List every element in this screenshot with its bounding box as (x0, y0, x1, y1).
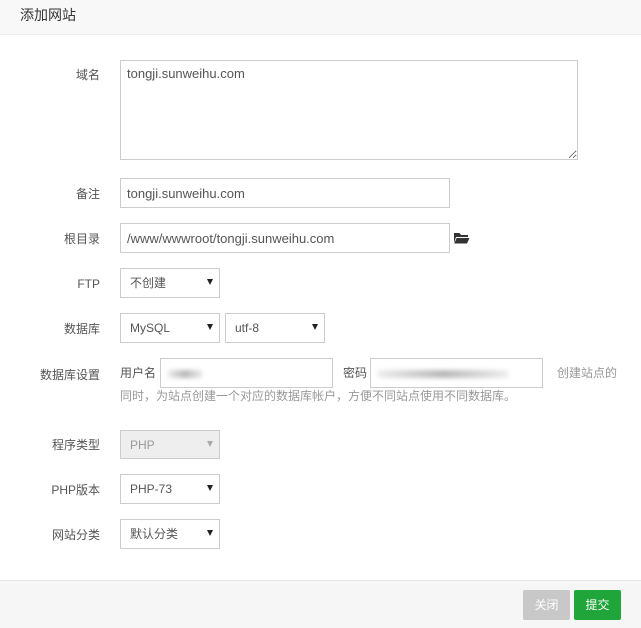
chevron-down-icon (207, 324, 213, 330)
domain-textarea[interactable]: tongji.sunweihu.com (120, 60, 578, 160)
chevron-down-icon (207, 279, 213, 285)
remark-label: 备注 (75, 187, 100, 201)
dialog-footer: 关闭 提交 (0, 580, 641, 628)
db-password-input[interactable] (370, 358, 543, 388)
domain-label: 域名 (75, 68, 100, 82)
root-dir-input[interactable] (120, 223, 450, 253)
db-username-input[interactable] (160, 358, 333, 388)
close-button[interactable]: 关闭 (523, 590, 570, 620)
php-version-select[interactable]: PHP-73 (120, 474, 220, 504)
database-label: 数据库 (63, 322, 100, 336)
site-category-value: 默认分类 (130, 527, 179, 541)
database-type-select[interactable]: MySQL (120, 313, 220, 343)
program-type-value: PHP (130, 438, 155, 452)
chevron-down-icon (312, 324, 318, 330)
submit-button[interactable]: 提交 (574, 590, 621, 620)
dialog-titlebar: 添加网站 (0, 0, 641, 35)
program-type-select: PHP (120, 430, 220, 459)
ftp-label: FTP (77, 277, 100, 291)
chevron-down-icon (207, 530, 213, 536)
db-username-label: 用户名 (120, 366, 157, 380)
chevron-down-icon (207, 441, 213, 447)
root-dir-label: 根目录 (63, 232, 100, 246)
database-charset-value: utf-8 (235, 321, 260, 335)
site-category-label: 网站分类 (51, 528, 100, 542)
db-password-label: 密码 (343, 366, 368, 380)
folder-open-icon[interactable] (454, 232, 470, 244)
db-settings-hint-line1: 创建站点的 (557, 366, 618, 380)
ftp-selected-value: 不创建 (130, 276, 167, 290)
site-category-select[interactable]: 默认分类 (120, 519, 220, 549)
redacted-password (377, 370, 509, 378)
database-type-value: MySQL (130, 321, 171, 335)
db-settings-label: 数据库设置 (39, 368, 100, 382)
php-version-value: PHP-73 (130, 482, 173, 496)
php-version-label: PHP版本 (51, 483, 100, 497)
ftp-select[interactable]: 不创建 (120, 268, 220, 298)
database-charset-select[interactable]: utf-8 (225, 313, 325, 343)
program-type-label: 程序类型 (51, 438, 100, 452)
chevron-down-icon (207, 485, 213, 491)
dialog-title: 添加网站 (20, 7, 76, 23)
db-settings-hint-line2: 同时，为站点创建一个对应的数据库帐户，方便不同站点使用不同数据库。 (120, 389, 517, 403)
redacted-username (167, 370, 203, 378)
remark-input[interactable] (120, 178, 450, 208)
